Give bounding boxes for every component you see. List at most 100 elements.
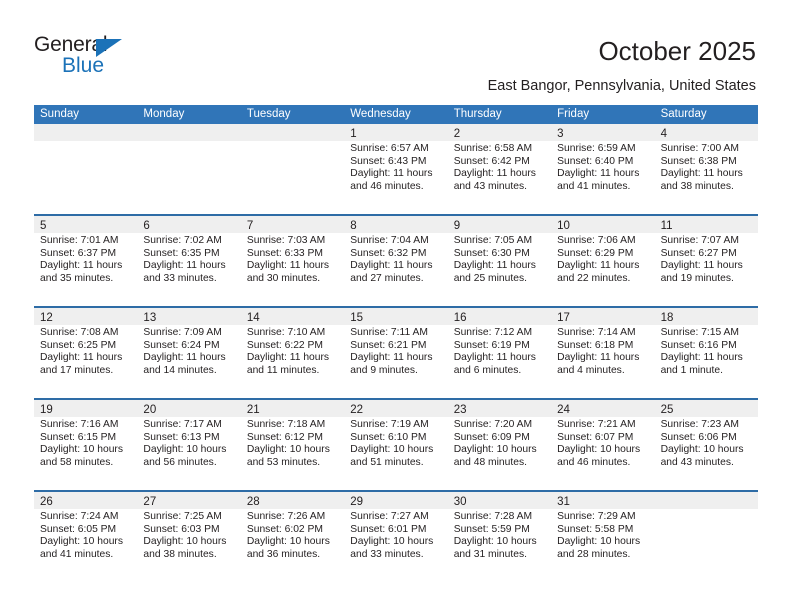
sunset-text: Sunset: 6:19 PM <box>453 339 530 351</box>
day-number-band: 5 <box>34 216 138 233</box>
sunset-text: Sunset: 6:10 PM <box>350 431 427 443</box>
daylight-text: Daylight: 11 hours and 11 minutes. <box>246 352 330 376</box>
calendar-day-cell[interactable]: 20 Sunrise: 7:17 AM Sunset: 6:13 PM Dayligh… <box>137 400 241 490</box>
calendar-day-cell[interactable]: 11 Sunrise: 7:07 AM Sunset: 6:27 PM Dayligh… <box>654 216 758 306</box>
day-number: 12 <box>40 312 53 324</box>
sunrise-text: Sunrise: 7:02 AM <box>143 235 222 246</box>
daylight-text: Daylight: 10 hours and 51 minutes. <box>350 444 434 468</box>
sunrise-text: Sunrise: 7:15 AM <box>660 327 739 338</box>
sunrise-text: Sunrise: 7:23 AM <box>660 419 739 430</box>
calendar-day-cell[interactable]: 23 Sunrise: 7:20 AM Sunset: 6:09 PM Dayligh… <box>447 400 552 490</box>
daylight-text: Daylight: 10 hours and 36 minutes. <box>246 536 330 560</box>
calendar-day-cell[interactable]: 8 Sunrise: 7:04 AM Sunset: 6:32 PM Daylight… <box>344 216 448 306</box>
day-sun-info: Sunrise: 7:21 AM Sunset: 6:07 PM Daylight:… <box>551 417 654 469</box>
day-number-band: 7 <box>240 216 345 233</box>
day-number: 3 <box>557 128 564 140</box>
day-sun-info: Sunrise: 7:27 AM Sunset: 6:01 PM Daylight:… <box>344 509 447 561</box>
day-sun-info: Sunrise: 7:10 AM Sunset: 6:22 PM Daylight:… <box>241 325 344 377</box>
calendar-day-cell[interactable]: 30 Sunrise: 7:28 AM Sunset: 5:59 PM Dayligh… <box>447 492 552 582</box>
calendar-day-cell[interactable]: 7 Sunrise: 7:03 AM Sunset: 6:33 PM Daylight… <box>240 216 345 306</box>
calendar-week-row: 26 Sunrise: 7:24 AM Sunset: 6:05 PM Dayligh… <box>34 490 758 582</box>
day-number: 16 <box>453 312 467 324</box>
day-number-band: 26 <box>34 492 138 509</box>
calendar-day-cell[interactable]: 3 Sunrise: 6:59 AM Sunset: 6:40 PM Daylight… <box>551 124 655 214</box>
sunrise-text: Sunrise: 7:14 AM <box>557 327 636 338</box>
calendar-day-cell[interactable]: 24 Sunrise: 7:21 AM Sunset: 6:07 PM Dayligh… <box>551 400 655 490</box>
sunset-text: Sunset: 6:15 PM <box>40 431 117 443</box>
sunrise-text: Sunrise: 7:28 AM <box>453 511 533 522</box>
daylight-text: Daylight: 11 hours and 4 minutes. <box>557 352 640 376</box>
daylight-text: Daylight: 10 hours and 33 minutes. <box>350 536 434 560</box>
weekday-header-sunday: Sunday <box>40 108 80 120</box>
day-number-band: 21 <box>240 400 345 417</box>
calendar-day-cell[interactable]: 10 Sunrise: 7:06 AM Sunset: 6:29 PM Dayligh… <box>551 216 655 306</box>
daylight-text: Daylight: 10 hours and 43 minutes. <box>660 444 744 468</box>
calendar-day-cell[interactable]: 17 Sunrise: 7:14 AM Sunset: 6:18 PM Dayligh… <box>551 308 655 398</box>
day-sun-info: Sunrise: 7:12 AM Sunset: 6:19 PM Daylight:… <box>448 325 551 377</box>
calendar-day-cell[interactable]: 31 Sunrise: 7:29 AM Sunset: 5:58 PM Dayligh… <box>551 492 655 582</box>
calendar-day-cell[interactable]: 5 Sunrise: 7:01 AM Sunset: 6:37 PM Daylight… <box>34 216 138 306</box>
calendar-day-cell[interactable]: 6 Sunrise: 7:02 AM Sunset: 6:35 PM Daylight… <box>137 216 241 306</box>
day-number: 25 <box>660 404 674 416</box>
calendar-week-row: 12 Sunrise: 7:08 AM Sunset: 6:25 PM Dayligh… <box>34 306 758 398</box>
sunset-text: Sunset: 6:01 PM <box>350 523 427 535</box>
day-number: 31 <box>557 496 570 508</box>
day-number-band <box>137 124 241 141</box>
day-number: 6 <box>143 220 150 232</box>
calendar-day-cell[interactable]: 4 Sunrise: 7:00 AM Sunset: 6:38 PM Daylight… <box>654 124 758 214</box>
day-sun-info: Sunrise: 7:28 AM Sunset: 5:59 PM Daylight:… <box>448 509 551 561</box>
calendar-day-cell[interactable]: 2 Sunrise: 6:58 AM Sunset: 6:42 PM Daylight… <box>447 124 552 214</box>
calendar-day-cell[interactable]: 9 Sunrise: 7:05 AM Sunset: 6:30 PM Daylight… <box>447 216 552 306</box>
sunrise-text: Sunrise: 7:16 AM <box>40 419 119 430</box>
sunset-text: Sunset: 5:58 PM <box>557 523 634 535</box>
day-number-band: 24 <box>551 400 655 417</box>
day-number-band: 23 <box>447 400 552 417</box>
day-number-band: 31 <box>551 492 655 509</box>
weekday-header-thursday: Thursday <box>453 108 502 120</box>
calendar-day-cell[interactable]: 28 Sunrise: 7:26 AM Sunset: 6:02 PM Dayligh… <box>240 492 345 582</box>
daylight-text: Daylight: 11 hours and 25 minutes. <box>453 260 536 284</box>
calendar-day-cell[interactable]: 1 Sunrise: 6:57 AM Sunset: 6:43 PM Daylight… <box>344 124 448 214</box>
day-number-band <box>654 492 758 509</box>
calendar-day-cell[interactable]: 18 Sunrise: 7:15 AM Sunset: 6:16 PM Dayligh… <box>654 308 758 398</box>
day-number-band: 28 <box>240 492 345 509</box>
day-number: 5 <box>40 220 47 232</box>
sunset-text: Sunset: 6:18 PM <box>557 339 634 351</box>
calendar-day-cell[interactable]: 25 Sunrise: 7:23 AM Sunset: 6:06 PM Dayligh… <box>654 400 758 490</box>
day-number: 8 <box>350 220 357 232</box>
sunrise-text: Sunrise: 6:57 AM <box>350 143 429 154</box>
day-number: 23 <box>453 404 467 416</box>
daylight-text: Daylight: 10 hours and 38 minutes. <box>143 536 227 560</box>
daylight-text: Daylight: 10 hours and 48 minutes. <box>453 444 537 468</box>
day-number: 14 <box>246 312 260 324</box>
calendar-day-cell[interactable]: 27 Sunrise: 7:25 AM Sunset: 6:03 PM Dayligh… <box>137 492 241 582</box>
daylight-text: Daylight: 10 hours and 31 minutes. <box>453 536 537 560</box>
calendar-day-cell[interactable]: 26 Sunrise: 7:24 AM Sunset: 6:05 PM Dayligh… <box>34 492 138 582</box>
sunrise-text: Sunrise: 7:17 AM <box>143 419 222 430</box>
calendar-day-cell[interactable]: 13 Sunrise: 7:09 AM Sunset: 6:24 PM Dayligh… <box>137 308 241 398</box>
calendar-day-cell[interactable]: 29 Sunrise: 7:27 AM Sunset: 6:01 PM Dayligh… <box>344 492 448 582</box>
calendar-week-row: 5 Sunrise: 7:01 AM Sunset: 6:37 PM Daylight… <box>34 214 758 306</box>
sunset-text: Sunset: 6:03 PM <box>143 523 220 535</box>
day-number-band: 18 <box>654 308 758 325</box>
calendar-day-cell[interactable]: 15 Sunrise: 7:11 AM Sunset: 6:21 PM Dayligh… <box>344 308 448 398</box>
calendar-day-cell[interactable]: 12 Sunrise: 7:08 AM Sunset: 6:25 PM Dayligh… <box>34 308 138 398</box>
daylight-text: Daylight: 11 hours and 41 minutes. <box>557 168 640 192</box>
sunset-text: Sunset: 6:30 PM <box>453 247 530 259</box>
calendar-week-row: 1 Sunrise: 6:57 AM Sunset: 6:43 PM Daylight… <box>34 124 758 214</box>
sunset-text: Sunset: 6:06 PM <box>660 431 737 443</box>
calendar-day-cell[interactable]: 22 Sunrise: 7:19 AM Sunset: 6:10 PM Dayligh… <box>344 400 448 490</box>
sunset-text: Sunset: 6:02 PM <box>246 523 323 535</box>
day-sun-info: Sunrise: 7:26 AM Sunset: 6:02 PM Daylight:… <box>241 509 344 561</box>
weekday-header-friday: Friday <box>557 108 590 120</box>
day-number-band: 1 <box>344 124 448 141</box>
calendar-day-cell[interactable]: 14 Sunrise: 7:10 AM Sunset: 6:22 PM Dayligh… <box>240 308 345 398</box>
calendar-day-cell[interactable]: 16 Sunrise: 7:12 AM Sunset: 6:19 PM Dayligh… <box>447 308 552 398</box>
day-number-band <box>240 124 345 141</box>
daylight-text: Daylight: 11 hours and 14 minutes. <box>143 352 226 376</box>
daylight-text: Daylight: 11 hours and 43 minutes. <box>453 168 536 192</box>
calendar-day-cell[interactable]: 19 Sunrise: 7:16 AM Sunset: 6:15 PM Dayligh… <box>34 400 138 490</box>
day-number: 21 <box>246 404 260 416</box>
sunrise-text: Sunrise: 6:59 AM <box>557 143 636 154</box>
calendar-day-cell[interactable]: 21 Sunrise: 7:18 AM Sunset: 6:12 PM Dayligh… <box>240 400 345 490</box>
